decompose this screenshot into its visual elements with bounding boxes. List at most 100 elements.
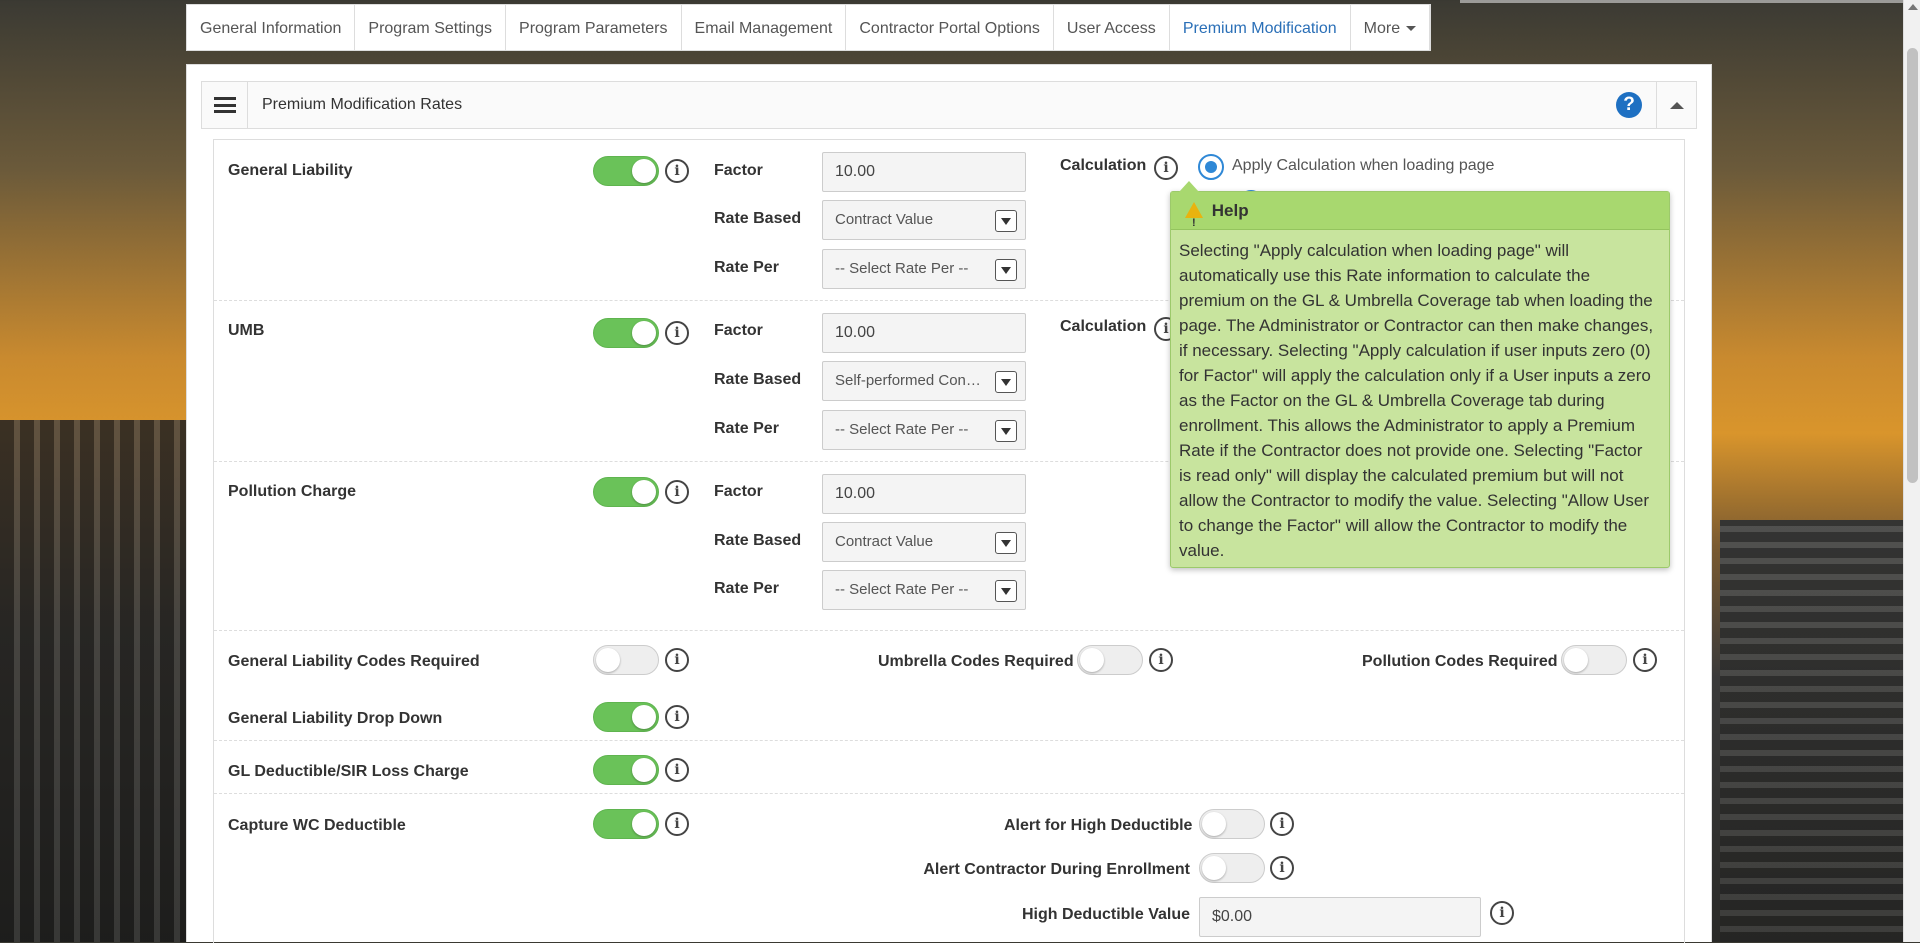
- section-divider: [214, 630, 1684, 631]
- info-icon[interactable]: i: [665, 648, 689, 672]
- umbrella-codes-required-label: Umbrella Codes Required: [878, 653, 1074, 670]
- general-liability-toggle[interactable]: [593, 156, 659, 186]
- umbrella-codes-required-toggle[interactable]: [1077, 645, 1143, 675]
- alert-high-deductible-label: Alert for High Deductible: [1004, 817, 1193, 834]
- rate-based-label: Rate Based: [714, 210, 802, 227]
- warning-icon: [1185, 202, 1203, 242]
- section-divider: [214, 793, 1684, 794]
- gl-codes-required-label: General Liability Codes Required: [228, 653, 480, 670]
- page-scrollbar[interactable]: [1903, 0, 1920, 942]
- tab-general-information[interactable]: General Information: [187, 5, 356, 50]
- question-circle-icon[interactable]: ?: [1616, 92, 1642, 118]
- tab-email-management[interactable]: Email Management: [682, 5, 847, 50]
- gl-deductible-label: GL Deductible/SIR Loss Charge: [228, 763, 469, 780]
- tab-more-dropdown[interactable]: More: [1351, 5, 1431, 50]
- help-popover-header: Help: [1171, 192, 1669, 242]
- chevron-down-icon: [995, 371, 1017, 393]
- gl-drop-down-label: General Liability Drop Down: [228, 710, 443, 727]
- tab-premium-modification[interactable]: Premium Modification: [1170, 5, 1351, 50]
- chevron-down-icon: [995, 532, 1017, 554]
- info-icon[interactable]: i: [665, 159, 689, 183]
- tab-program-settings[interactable]: Program Settings: [355, 5, 507, 50]
- factor-label: Factor: [714, 483, 763, 500]
- chevron-down-icon: [995, 580, 1017, 602]
- factor-input-general-liability[interactable]: 10.00: [822, 152, 1026, 192]
- help-popover: Help Selecting "Apply calculation when l…: [1170, 181, 1670, 568]
- rate-per-select-umb[interactable]: -- Select Rate Per --: [822, 410, 1026, 450]
- factor-label: Factor: [714, 162, 763, 179]
- info-icon[interactable]: i: [665, 812, 689, 836]
- tab-more-label: More: [1363, 20, 1401, 37]
- rate-based-label: Rate Based: [714, 532, 802, 549]
- section-label-umb: UMB: [228, 322, 265, 339]
- factor-input-pollution-charge[interactable]: 10.00: [822, 474, 1026, 514]
- capture-wc-deductible-toggle[interactable]: [593, 809, 659, 839]
- rate-per-value: -- Select Rate Per --: [835, 581, 969, 598]
- info-icon[interactable]: i: [665, 321, 689, 345]
- alert-contractor-toggle[interactable]: [1199, 853, 1265, 883]
- calculation-label: Calculation: [1060, 318, 1147, 335]
- info-icon[interactable]: i: [1633, 648, 1657, 672]
- tab-user-access[interactable]: User Access: [1054, 5, 1170, 50]
- section-label-general-liability: General Liability: [228, 162, 353, 179]
- calculation-label: Calculation: [1060, 157, 1147, 174]
- rate-per-select-general-liability[interactable]: -- Select Rate Per --: [822, 249, 1026, 289]
- tab-program-parameters[interactable]: Program Parameters: [506, 5, 682, 50]
- rate-per-value: -- Select Rate Per --: [835, 421, 969, 438]
- hamburger-icon: [213, 97, 236, 113]
- pollution-codes-required-toggle[interactable]: [1561, 645, 1627, 675]
- chevron-down-icon: [995, 210, 1017, 232]
- gl-drop-down-toggle[interactable]: [593, 702, 659, 732]
- capture-wc-deductible-label: Capture WC Deductible: [228, 817, 406, 834]
- info-icon[interactable]: i: [665, 758, 689, 782]
- info-icon[interactable]: i: [1149, 648, 1173, 672]
- umb-toggle[interactable]: [593, 318, 659, 348]
- rate-based-select-general-liability[interactable]: Contract Value: [822, 200, 1026, 240]
- pollution-charge-toggle[interactable]: [593, 477, 659, 507]
- rate-based-value: Contract Value: [835, 533, 934, 550]
- high-deductible-value-label: High Deductible Value: [1021, 906, 1190, 923]
- rate-based-select-pollution-charge[interactable]: Contract Value: [822, 522, 1026, 562]
- rate-per-label: Rate Per: [714, 580, 779, 597]
- menu-button[interactable]: [202, 82, 248, 128]
- help-popover-body: Selecting "Apply calculation when loadin…: [1179, 241, 1654, 560]
- info-icon[interactable]: i: [1270, 812, 1294, 836]
- info-icon[interactable]: i: [665, 705, 689, 729]
- background-city-left: [0, 420, 190, 942]
- rate-per-label: Rate Per: [714, 259, 779, 276]
- info-icon[interactable]: i: [1270, 856, 1294, 880]
- calculation-radio-apply-on-load[interactable]: [1198, 154, 1224, 180]
- info-icon[interactable]: i: [665, 480, 689, 504]
- rate-based-select-umb[interactable]: Self-performed Contract Value: [822, 361, 1026, 401]
- chevron-down-icon: [995, 259, 1017, 281]
- help-popover-title: Help: [1211, 201, 1249, 220]
- high-deductible-value-input[interactable]: $0.00: [1199, 897, 1481, 937]
- rate-based-label: Rate Based: [714, 371, 802, 388]
- factor-label: Factor: [714, 322, 763, 339]
- rate-per-value: -- Select Rate Per --: [835, 260, 969, 277]
- rate-based-value: Contract Value: [835, 211, 934, 228]
- section-divider: [214, 740, 1684, 741]
- info-icon[interactable]: i: [1154, 156, 1178, 180]
- tab-contractor-portal-options[interactable]: Contractor Portal Options: [846, 5, 1054, 50]
- scrollbar-thumb[interactable]: [1907, 48, 1918, 483]
- factor-input-umb[interactable]: 10.00: [822, 313, 1026, 353]
- info-icon[interactable]: i: [1490, 901, 1514, 925]
- alert-high-deductible-toggle[interactable]: [1199, 809, 1265, 839]
- pollution-codes-required-label: Pollution Codes Required: [1362, 653, 1558, 670]
- alert-contractor-label: Alert Contractor During Enrollment: [923, 861, 1190, 878]
- panel-header: Premium Modification Rates ?: [201, 81, 1697, 129]
- rate-per-label: Rate Per: [714, 420, 779, 437]
- scroll-up-icon[interactable]: [1908, 4, 1918, 10]
- rate-per-select-pollution-charge[interactable]: -- Select Rate Per --: [822, 570, 1026, 610]
- chevron-up-icon[interactable]: [1656, 82, 1696, 128]
- caret-down-icon: [1406, 26, 1417, 32]
- gl-deductible-toggle[interactable]: [593, 755, 659, 785]
- background-crane: [1460, 0, 1920, 60]
- background-city-right: [1720, 520, 1920, 942]
- calculation-radio-label: Apply Calculation when loading page: [1232, 157, 1495, 174]
- section-label-pollution-charge: Pollution Charge: [228, 483, 356, 500]
- gl-codes-required-toggle[interactable]: [593, 645, 659, 675]
- panel-title: Premium Modification Rates: [262, 96, 463, 113]
- chevron-down-icon: [995, 420, 1017, 442]
